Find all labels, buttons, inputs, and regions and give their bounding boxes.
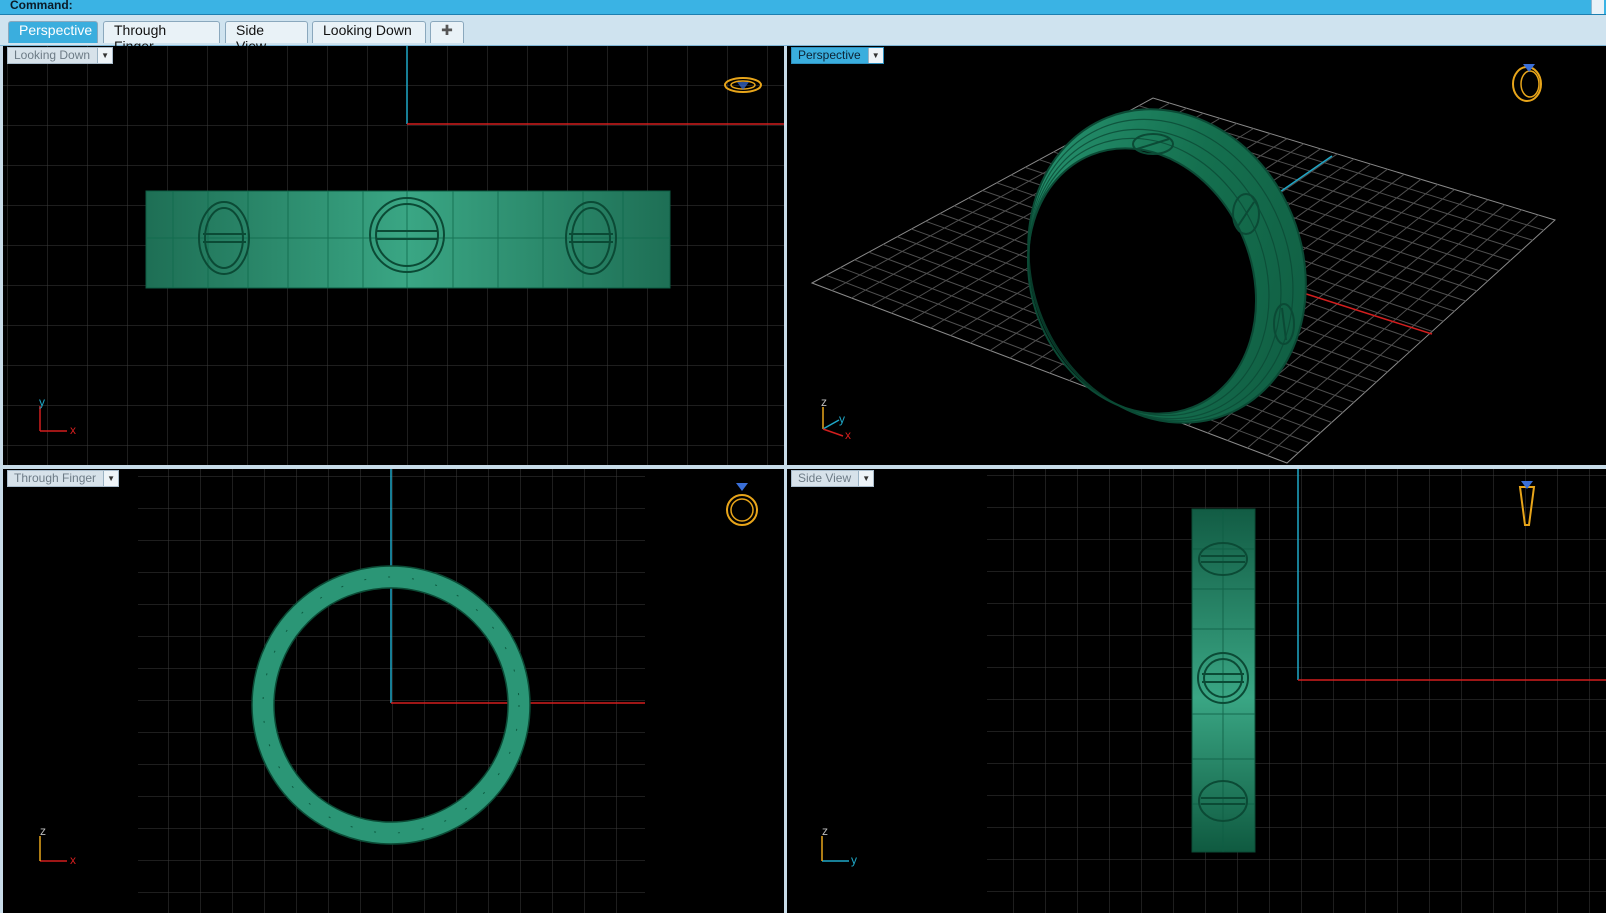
axis-label-x: x xyxy=(70,423,76,437)
viewport-divider-vertical[interactable] xyxy=(785,46,787,913)
chevron-down-icon[interactable]: ▼ xyxy=(97,48,113,63)
chevron-down-icon[interactable]: ▼ xyxy=(103,471,119,486)
viewport-tab-bar: Perspective Through Finger Side View Loo… xyxy=(0,15,1606,54)
axis-label-x: x xyxy=(70,853,76,867)
viewport-label-through-finger[interactable]: Through Finger ▼ xyxy=(7,470,120,487)
viewport-looking-down[interactable]: y x Looking Down ▼ xyxy=(3,46,784,465)
axis-label-z: z xyxy=(40,824,46,838)
viewport-through-finger[interactable]: z x Through Finger ▼ xyxy=(3,469,784,913)
viewport-through-finger-canvas[interactable] xyxy=(3,469,784,913)
ring-top-view xyxy=(145,190,671,289)
viewport-label-looking-down[interactable]: Looking Down ▼ xyxy=(7,47,114,64)
viewport-perspective[interactable]: z y x Perspective ▼ xyxy=(787,46,1606,465)
viewport-looking-down-canvas[interactable] xyxy=(3,46,784,465)
axis-label-z: z xyxy=(821,395,827,409)
viewport-side-view[interactable]: z y Side View ▼ xyxy=(787,469,1606,913)
axis-triad xyxy=(821,836,849,862)
tab-looking-down[interactable]: Looking Down xyxy=(312,21,426,43)
viewport-divider-horizontal[interactable] xyxy=(0,466,1606,468)
view-cube-gizmo[interactable] xyxy=(726,483,758,526)
tab-side-view[interactable]: Side View xyxy=(225,21,308,54)
command-label: Command: xyxy=(10,0,73,12)
chevron-down-icon[interactable]: ▼ xyxy=(867,48,883,63)
axis-label-z: z xyxy=(822,824,828,838)
axis-label-y: y xyxy=(39,395,45,409)
ring-side-view xyxy=(1191,508,1256,853)
viewport-label-perspective[interactable]: Perspective ▼ xyxy=(791,47,884,64)
add-tab-button[interactable]: ✚ xyxy=(430,21,464,43)
grid xyxy=(987,469,1606,913)
viewport-title: Perspective xyxy=(798,48,861,62)
command-scroll-button[interactable] xyxy=(1591,0,1604,14)
axis-label-y: y xyxy=(839,412,845,426)
tab-perspective[interactable]: Perspective xyxy=(8,21,98,43)
viewport-perspective-canvas[interactable] xyxy=(787,46,1606,465)
tab-through-finger[interactable]: Through Finger xyxy=(103,21,220,54)
viewport-title: Through Finger xyxy=(14,471,97,485)
viewport-label-side-view[interactable]: Side View ▼ xyxy=(791,470,875,487)
view-cube-gizmo[interactable] xyxy=(1512,64,1542,102)
axis-label-x: x xyxy=(845,428,851,442)
axis-label-y: y xyxy=(851,853,857,867)
command-bar[interactable]: Command: xyxy=(0,0,1606,15)
axis-triad xyxy=(39,836,67,862)
chevron-down-icon[interactable]: ▼ xyxy=(858,471,874,486)
plus-icon: ✚ xyxy=(441,22,453,38)
viewport-title: Looking Down xyxy=(14,48,91,62)
viewport-side-view-canvas[interactable] xyxy=(787,469,1606,913)
viewport-title: Side View xyxy=(798,471,852,485)
